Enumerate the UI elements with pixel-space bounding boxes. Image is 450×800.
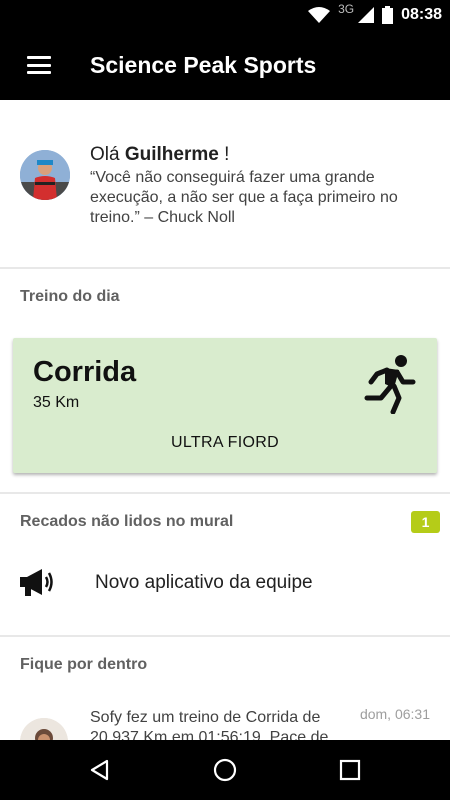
greeting-exclamation: ! xyxy=(224,144,230,165)
section-title-workout: Treino do dia xyxy=(20,288,120,305)
workout-name: Corrida xyxy=(33,356,137,388)
user-avatar[interactable] xyxy=(20,150,70,200)
megaphone-icon xyxy=(20,569,53,596)
hamburger-icon xyxy=(27,56,51,74)
menu-button[interactable] xyxy=(0,30,80,100)
signal-icon xyxy=(358,7,375,23)
greeting-card: Olá Guilherme ! “Você não conseguirá faz… xyxy=(0,144,450,268)
feed-text: Sofy fez um treino de Corrida de 20,937 … xyxy=(90,709,329,740)
network-type: 3G xyxy=(338,2,355,16)
home-button[interactable] xyxy=(195,740,255,800)
recents-button[interactable] xyxy=(320,740,380,800)
motivational-quote: “Você não conseguirá fazer uma grande ex… xyxy=(90,169,398,226)
workout-distance: 35 Km xyxy=(33,394,80,411)
clock: 08:38 xyxy=(401,6,442,23)
notice-item[interactable]: Novo aplicativo da equipe xyxy=(0,558,450,610)
main-content[interactable]: Olá Guilherme ! “Você não conseguirá faz… xyxy=(0,100,450,740)
navigation-bar xyxy=(0,740,450,800)
unread-count-badge: 1 xyxy=(411,511,440,533)
notice-text: Novo aplicativo da equipe xyxy=(95,572,313,593)
feed-item[interactable]: Sofy fez um treino de Corrida de 20,937 … xyxy=(0,704,450,740)
feed-time: dom, 06:31 xyxy=(359,706,430,722)
divider xyxy=(0,635,450,637)
workout-event: ULTRA FIORD xyxy=(171,434,279,451)
recents-square-icon xyxy=(339,759,361,781)
status-icons: 3G 08:38 xyxy=(308,0,442,30)
greeting-hello: Olá xyxy=(90,144,120,165)
back-triangle-icon xyxy=(90,759,109,781)
wifi-icon xyxy=(308,7,331,23)
back-button[interactable] xyxy=(70,740,130,800)
user-name: Guilherme xyxy=(124,144,219,165)
app-bar: Science Peak Sports xyxy=(0,30,450,100)
battery-icon xyxy=(382,6,394,24)
workout-card[interactable]: Corrida 35 Km ULTRA FIORD xyxy=(13,338,437,473)
divider xyxy=(0,492,450,494)
section-title-feed: Fique por dentro xyxy=(20,656,148,673)
status-bar: 3G 08:38 xyxy=(0,0,450,30)
app-title: Science Peak Sports xyxy=(90,51,317,78)
section-title-notices: Recados não lidos no mural xyxy=(20,513,234,530)
home-circle-icon xyxy=(213,758,237,782)
divider xyxy=(0,267,450,269)
greeting-line: Olá Guilherme ! xyxy=(90,144,435,166)
feed-avatar[interactable] xyxy=(20,718,68,740)
runner-icon xyxy=(364,355,416,414)
greeting-text: Olá Guilherme ! “Você não conseguirá faz… xyxy=(90,144,435,228)
